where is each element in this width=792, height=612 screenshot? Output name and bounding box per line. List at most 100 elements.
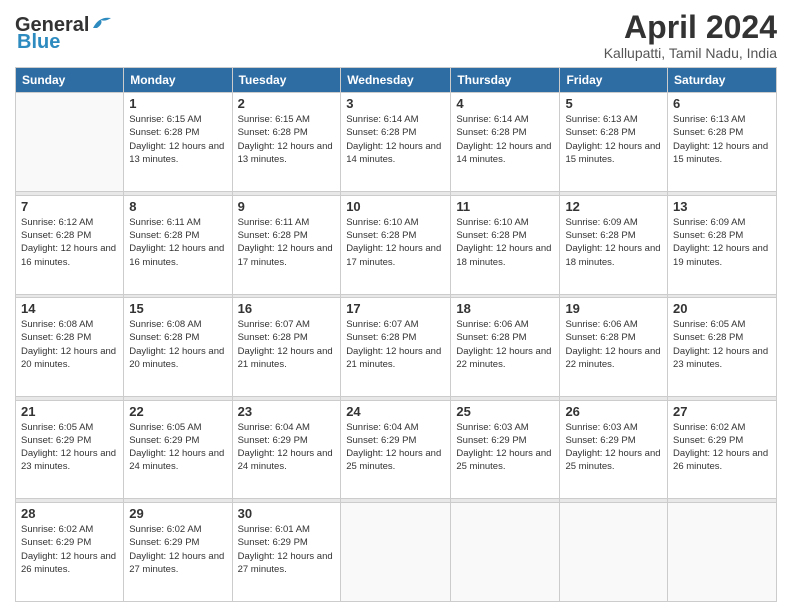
day-number: 2 [238,96,336,111]
day-info: Sunrise: 6:13 AM Sunset: 6:28 PM Dayligh… [565,113,662,166]
calendar-cell-w4-d4: 25 Sunrise: 6:03 AM Sunset: 6:29 PM Dayli… [451,400,560,499]
header-saturday: Saturday [668,68,777,93]
logo-blue: Blue [17,31,60,54]
day-number: 17 [346,301,445,316]
day-number: 21 [21,404,118,419]
day-number: 12 [565,199,662,214]
calendar-week-1: 1 Sunrise: 6:15 AM Sunset: 6:28 PM Daylig… [16,93,777,192]
day-number: 11 [456,199,554,214]
calendar-header-row: Sunday Monday Tuesday Wednesday Thursday… [16,68,777,93]
calendar-cell-w1-d2: 2Sunrise: 6:15 AM Sunset: 6:28 PM Daylig… [232,93,341,192]
calendar-cell-w4-d6: 27 Sunrise: 6:02 AM Sunset: 6:29 PM Dayli… [668,400,777,499]
calendar-cell-w3-d6: 20Sunrise: 6:05 AM Sunset: 6:28 PM Dayli… [668,298,777,397]
day-info: Sunrise: 6:05 AM Sunset: 6:29 PM Dayligh… [129,421,226,474]
day-number: 27 [673,404,771,419]
day-number: 30 [238,506,336,521]
day-info: Sunrise: 6:04 AM Sunset: 6:29 PM Dayligh… [346,421,445,474]
day-number: 3 [346,96,445,111]
day-info: Sunrise: 6:15 AM Sunset: 6:28 PM Dayligh… [129,113,226,166]
day-info: Sunrise: 6:06 AM Sunset: 6:28 PM Dayligh… [456,318,554,371]
calendar-cell-w4-d2: 23 Sunrise: 6:04 AM Sunset: 6:29 PM Dayli… [232,400,341,499]
day-info: Sunrise: 6:11 AM Sunset: 6:28 PM Dayligh… [129,216,226,269]
calendar-cell-w3-d2: 16 Sunrise: 6:07 AM Sunset: 6:28 PM Dayli… [232,298,341,397]
day-number: 25 [456,404,554,419]
calendar-cell-w5-d0: 28 Sunrise: 6:02 AM Sunset: 6:29 PM Dayli… [16,502,124,601]
calendar-table: Sunday Monday Tuesday Wednesday Thursday… [15,67,777,602]
day-info: Sunrise: 6:03 AM Sunset: 6:29 PM Dayligh… [565,421,662,474]
calendar-cell-w2-d3: 10 Sunrise: 6:10 AM Sunset: 6:28 PM Dayli… [341,195,451,294]
day-number: 5 [565,96,662,111]
calendar-cell-w5-d4 [451,502,560,601]
calendar-cell-w2-d6: 13 Sunrise: 6:09 AM Sunset: 6:28 PM Dayli… [668,195,777,294]
day-number: 23 [238,404,336,419]
day-number: 7 [21,199,118,214]
calendar-week-3: 14 Sunrise: 6:08 AM Sunset: 6:28 PM Dayli… [16,298,777,397]
calendar-cell-w1-d0 [16,93,124,192]
calendar-cell-w5-d1: 29Sunrise: 6:02 AM Sunset: 6:29 PM Dayli… [124,502,232,601]
month-title: April 2024 [604,10,777,45]
calendar-cell-w4-d3: 24 Sunrise: 6:04 AM Sunset: 6:29 PM Dayli… [341,400,451,499]
calendar-cell-w3-d5: 19 Sunrise: 6:06 AM Sunset: 6:28 PM Dayli… [560,298,668,397]
location: Kallupatti, Tamil Nadu, India [604,45,777,61]
day-number: 4 [456,96,554,111]
day-number: 18 [456,301,554,316]
day-info: Sunrise: 6:02 AM Sunset: 6:29 PM Dayligh… [129,523,226,576]
calendar-cell-w4-d5: 26 Sunrise: 6:03 AM Sunset: 6:29 PM Dayli… [560,400,668,499]
day-number: 10 [346,199,445,214]
day-info: Sunrise: 6:07 AM Sunset: 6:28 PM Dayligh… [238,318,336,371]
calendar-week-2: 7Sunrise: 6:12 AM Sunset: 6:28 PM Daylig… [16,195,777,294]
day-info: Sunrise: 6:02 AM Sunset: 6:29 PM Dayligh… [21,523,118,576]
day-info: Sunrise: 6:07 AM Sunset: 6:28 PM Dayligh… [346,318,445,371]
day-number: 14 [21,301,118,316]
day-number: 8 [129,199,226,214]
calendar-cell-w5-d2: 30 Sunrise: 6:01 AM Sunset: 6:29 PM Dayli… [232,502,341,601]
calendar-cell-w3-d0: 14 Sunrise: 6:08 AM Sunset: 6:28 PM Dayli… [16,298,124,397]
day-number: 22 [129,404,226,419]
day-number: 20 [673,301,771,316]
logo-bird-icon [91,14,113,30]
day-info: Sunrise: 6:13 AM Sunset: 6:28 PM Dayligh… [673,113,771,166]
day-info: Sunrise: 6:10 AM Sunset: 6:28 PM Dayligh… [346,216,445,269]
day-info: Sunrise: 6:01 AM Sunset: 6:29 PM Dayligh… [238,523,336,576]
day-info: Sunrise: 6:02 AM Sunset: 6:29 PM Dayligh… [673,421,771,474]
calendar-cell-w3-d3: 17 Sunrise: 6:07 AM Sunset: 6:28 PM Dayli… [341,298,451,397]
day-info: Sunrise: 6:09 AM Sunset: 6:28 PM Dayligh… [673,216,771,269]
day-info: Sunrise: 6:08 AM Sunset: 6:28 PM Dayligh… [21,318,118,371]
day-number: 6 [673,96,771,111]
calendar-cell-w5-d5 [560,502,668,601]
day-number: 13 [673,199,771,214]
header-wednesday: Wednesday [341,68,451,93]
calendar-cell-w5-d6 [668,502,777,601]
calendar-cell-w1-d5: 5 Sunrise: 6:13 AM Sunset: 6:28 PM Daylig… [560,93,668,192]
day-number: 9 [238,199,336,214]
day-number: 1 [129,96,226,111]
calendar-cell-w1-d6: 6 Sunrise: 6:13 AM Sunset: 6:28 PM Daylig… [668,93,777,192]
calendar-week-4: 21 Sunrise: 6:05 AM Sunset: 6:29 PM Dayli… [16,400,777,499]
calendar-cell-w4-d0: 21Sunrise: 6:05 AM Sunset: 6:29 PM Dayli… [16,400,124,499]
header: General Blue April 2024 Kallupatti, Tami… [15,10,777,61]
day-number: 15 [129,301,226,316]
calendar-cell-w2-d0: 7Sunrise: 6:12 AM Sunset: 6:28 PM Daylig… [16,195,124,294]
title-section: April 2024 Kallupatti, Tamil Nadu, India [604,10,777,61]
day-info: Sunrise: 6:06 AM Sunset: 6:28 PM Dayligh… [565,318,662,371]
calendar-cell-w1-d3: 3 Sunrise: 6:14 AM Sunset: 6:28 PM Daylig… [341,93,451,192]
calendar-cell-w4-d1: 22 Sunrise: 6:05 AM Sunset: 6:29 PM Dayli… [124,400,232,499]
day-number: 24 [346,404,445,419]
header-monday: Monday [124,68,232,93]
day-info: Sunrise: 6:11 AM Sunset: 6:28 PM Dayligh… [238,216,336,269]
header-friday: Friday [560,68,668,93]
day-info: Sunrise: 6:03 AM Sunset: 6:29 PM Dayligh… [456,421,554,474]
calendar-cell-w1-d4: 4 Sunrise: 6:14 AM Sunset: 6:28 PM Daylig… [451,93,560,192]
day-number: 26 [565,404,662,419]
day-number: 28 [21,506,118,521]
page: General Blue April 2024 Kallupatti, Tami… [0,0,792,612]
day-info: Sunrise: 6:08 AM Sunset: 6:28 PM Dayligh… [129,318,226,371]
day-info: Sunrise: 6:14 AM Sunset: 6:28 PM Dayligh… [456,113,554,166]
calendar-cell-w3-d4: 18 Sunrise: 6:06 AM Sunset: 6:28 PM Dayli… [451,298,560,397]
day-info: Sunrise: 6:04 AM Sunset: 6:29 PM Dayligh… [238,421,336,474]
day-info: Sunrise: 6:14 AM Sunset: 6:28 PM Dayligh… [346,113,445,166]
day-number: 19 [565,301,662,316]
calendar-cell-w5-d3 [341,502,451,601]
calendar-cell-w2-d2: 9 Sunrise: 6:11 AM Sunset: 6:28 PM Daylig… [232,195,341,294]
day-number: 16 [238,301,336,316]
